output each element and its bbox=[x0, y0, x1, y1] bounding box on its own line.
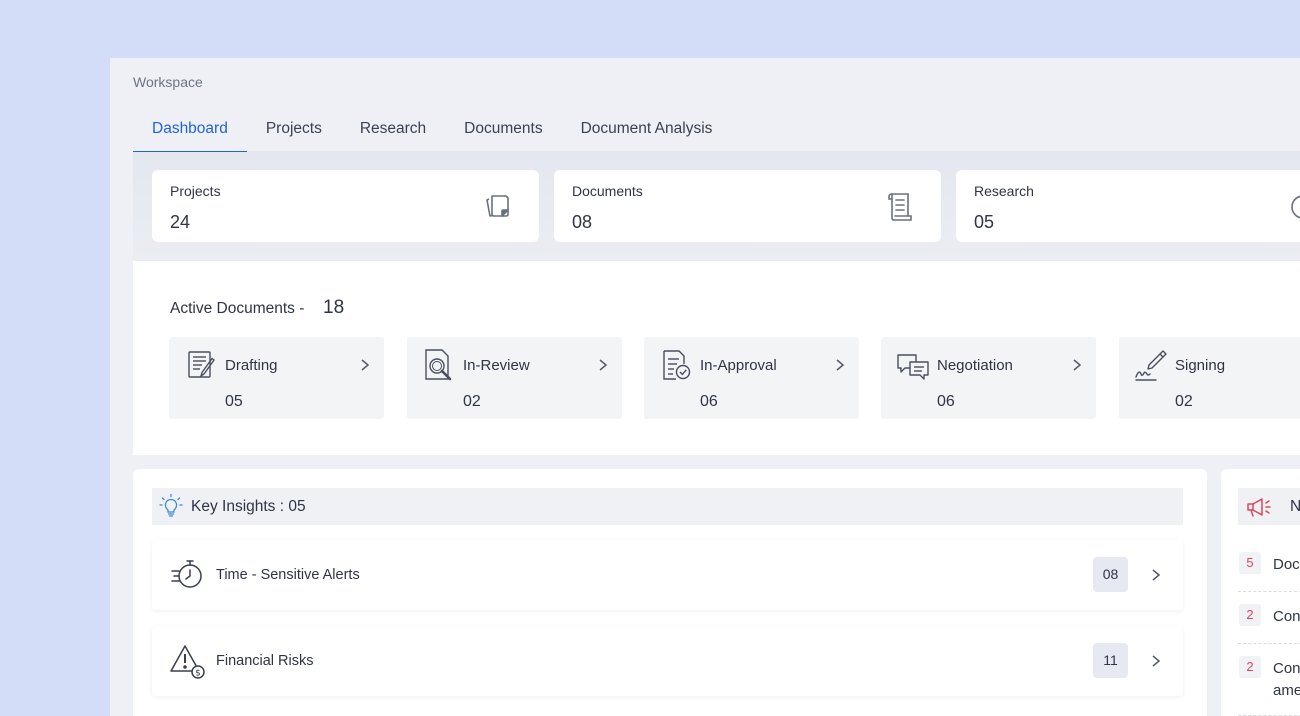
approval-icon bbox=[663, 350, 691, 380]
stat-value: 24 bbox=[170, 212, 191, 232]
notification-text: Con bbox=[1273, 608, 1300, 625]
stat-value: 08 bbox=[572, 212, 593, 232]
pen-signature-icon bbox=[1135, 350, 1167, 381]
tab-research[interactable]: Research bbox=[341, 104, 445, 152]
stat-card-research[interactable]: Research 05 bbox=[956, 170, 1300, 242]
chat-bubbles-icon bbox=[897, 354, 929, 380]
stat-card-documents[interactable]: Documents 08 bbox=[554, 170, 941, 242]
chevron-right-icon bbox=[1152, 569, 1161, 581]
notifications-title: N bbox=[1290, 498, 1300, 515]
workspace-title: Workspace bbox=[133, 74, 203, 90]
tab-bar: Dashboard Projects Research Documents Do… bbox=[133, 104, 1300, 153]
stage-in-review[interactable]: In-Review 02 bbox=[407, 337, 622, 419]
review-magnifier-icon bbox=[425, 349, 452, 381]
stage-label: In-Review bbox=[463, 357, 530, 374]
lightbulb-icon bbox=[159, 493, 183, 517]
notifications-panel: N 5 Doc 2 Con 2 Con ame bbox=[1221, 469, 1300, 716]
clock-icon bbox=[1291, 195, 1300, 219]
stage-label: Signing bbox=[1175, 357, 1226, 374]
chevron-right-icon bbox=[599, 359, 608, 371]
notification-text-line2: ame bbox=[1273, 682, 1300, 699]
chevron-right-icon bbox=[361, 359, 370, 371]
document-icon bbox=[888, 193, 912, 221]
insight-label: Financial Risks bbox=[216, 653, 314, 669]
notification-item[interactable]: 2 Con ame bbox=[1238, 656, 1300, 716]
chevron-right-icon bbox=[1073, 359, 1082, 371]
notification-item[interactable]: 2 Con bbox=[1238, 604, 1300, 644]
stats-band: Projects 24 Documents 08 Research 05 bbox=[133, 152, 1300, 261]
stage-value: 02 bbox=[463, 393, 481, 410]
notification-count-badge: 5 bbox=[1239, 552, 1261, 574]
stopwatch-icon bbox=[171, 560, 202, 588]
warning-dollar-icon: $ bbox=[170, 645, 205, 679]
stat-card-projects[interactable]: Projects 24 bbox=[152, 170, 539, 242]
stage-value: 06 bbox=[937, 393, 955, 410]
key-insights-title: Key Insights : 05 bbox=[191, 498, 306, 515]
active-documents-count: 18 bbox=[323, 297, 345, 318]
tab-projects[interactable]: Projects bbox=[247, 104, 341, 152]
chevron-right-icon bbox=[836, 359, 845, 371]
notification-text: Con bbox=[1273, 660, 1300, 677]
key-insights-header: Key Insights : 05 bbox=[152, 488, 1183, 525]
active-documents-panel: Active Documents - 18 Drafting 05 In-Rev… bbox=[133, 261, 1300, 455]
notification-item[interactable]: 5 Doc bbox=[1238, 552, 1300, 592]
stage-value: 06 bbox=[700, 393, 718, 410]
active-documents-title: Active Documents - bbox=[170, 300, 305, 317]
stage-label: Drafting bbox=[225, 357, 278, 374]
tab-dashboard[interactable]: Dashboard bbox=[133, 104, 247, 153]
notification-count-badge: 2 bbox=[1239, 656, 1261, 678]
stage-negotiation[interactable]: Negotiation 06 bbox=[881, 337, 1096, 419]
workspace-window: Workspace Dashboard Projects Research Do… bbox=[110, 58, 1300, 716]
stage-label: Negotiation bbox=[937, 357, 1013, 374]
notification-text: Doc bbox=[1273, 556, 1300, 573]
tab-documents[interactable]: Documents bbox=[445, 104, 561, 152]
copy-icon bbox=[486, 195, 509, 217]
drafting-icon bbox=[188, 351, 215, 378]
stage-label: In-Approval bbox=[700, 357, 777, 374]
insight-count-badge: 11 bbox=[1093, 643, 1128, 678]
stat-label: Projects bbox=[170, 183, 221, 199]
key-insights-panel: Key Insights : 05 Time - Sensitive Alert… bbox=[133, 469, 1207, 716]
stage-signing[interactable]: Signing 02 bbox=[1119, 337, 1300, 419]
notifications-header: N bbox=[1238, 488, 1300, 525]
insight-count-badge: 08 bbox=[1093, 557, 1128, 592]
stage-value: 05 bbox=[225, 393, 243, 410]
stat-value: 05 bbox=[974, 212, 995, 232]
stat-label: Research bbox=[974, 183, 1034, 199]
tab-document-analysis[interactable]: Document Analysis bbox=[562, 104, 732, 152]
stat-label: Documents bbox=[572, 183, 643, 199]
megaphone-icon bbox=[1247, 498, 1271, 517]
insight-row-financial-risks[interactable]: $ Financial Risks 11 bbox=[152, 626, 1183, 696]
chevron-right-icon bbox=[1152, 655, 1161, 667]
notification-count-badge: 2 bbox=[1239, 604, 1261, 626]
stage-value: 02 bbox=[1175, 393, 1193, 410]
stage-in-approval[interactable]: In-Approval 06 bbox=[644, 337, 859, 419]
insight-label: Time - Sensitive Alerts bbox=[216, 567, 360, 583]
stage-drafting[interactable]: Drafting 05 bbox=[169, 337, 384, 419]
svg-text:$: $ bbox=[195, 669, 201, 679]
insight-row-time-sensitive[interactable]: Time - Sensitive Alerts 08 bbox=[152, 540, 1183, 610]
